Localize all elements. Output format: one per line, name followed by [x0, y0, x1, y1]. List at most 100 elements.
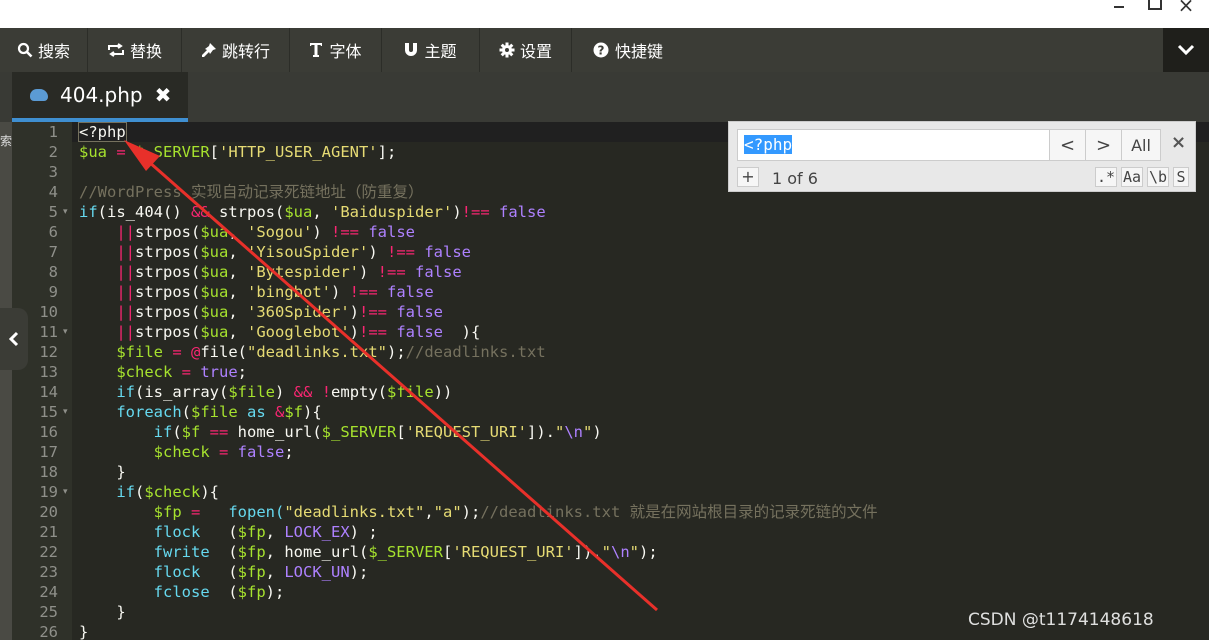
case-sensitive-option[interactable]: Aa [1121, 167, 1143, 187]
search-button[interactable]: 搜索 [0, 28, 88, 72]
code-token: strpos( [135, 303, 201, 321]
left-side-strip: 索 [0, 122, 12, 640]
code-token: $f [284, 403, 304, 421]
code-token: 'bingbot' [247, 283, 331, 301]
code-token: ! [321, 383, 332, 401]
code-token: !== [359, 323, 387, 341]
code-token: || [116, 323, 135, 341]
shortcuts-button[interactable]: ? 快捷键 [572, 28, 684, 72]
code-token: , [424, 503, 434, 521]
code-token: [ [396, 423, 406, 441]
code-token: , [265, 563, 285, 581]
code-token: @ [191, 343, 201, 361]
fold-arrow-icon[interactable]: ▾ [63, 402, 68, 422]
code-token: !== [349, 283, 378, 301]
code-token: $fp [237, 523, 266, 541]
search-panel: <?php < > All × + 1 of 6 .* Aa \b S [728, 121, 1196, 192]
line-number: 7 [48, 243, 58, 261]
search-input[interactable]: <?php [737, 129, 1050, 161]
chevron-left-icon: < [1059, 134, 1076, 156]
code-token: (is_404() [97, 203, 191, 221]
toggle-replace-button[interactable]: + [737, 167, 759, 187]
code-token: = [163, 343, 191, 361]
code-token: ); [265, 583, 285, 601]
font-button[interactable]: 字体 [290, 28, 382, 72]
find-previous-button[interactable]: < [1049, 129, 1086, 161]
code-token: [ [442, 543, 453, 561]
code-token: $ua [200, 243, 229, 261]
code-token: $ua [200, 283, 229, 301]
theme-button[interactable]: 主题 [382, 28, 480, 72]
replace-button[interactable]: 替换 [88, 28, 182, 72]
code-token: = [172, 363, 201, 381]
close-search-icon[interactable]: × [1171, 132, 1186, 153]
code-token: ; [284, 443, 294, 461]
code-token: ); [387, 343, 406, 361]
code-token: ) ; [349, 523, 378, 541]
whole-word-option[interactable]: \b [1147, 167, 1169, 187]
find-all-button[interactable]: All [1121, 129, 1161, 161]
fold-arrow-icon[interactable]: ▾ [63, 202, 68, 222]
code-token: "deadlinks.txt" [284, 503, 425, 521]
code-token: ( [172, 423, 182, 441]
code-token: || [116, 263, 135, 281]
close-tab-icon[interactable]: ✖ [155, 83, 172, 107]
close-window-icon[interactable]: × [1175, 0, 1197, 15]
sidebar-toggle-button[interactable] [0, 308, 28, 370]
code-token: //deadlinks.txt [405, 343, 546, 361]
code-token: ( [200, 523, 238, 541]
code-token: 'REQUEST_URI' [452, 543, 574, 561]
find-next-button[interactable]: > [1085, 129, 1122, 161]
code-token: '360Spider' [247, 303, 350, 321]
search-in-selection-option[interactable]: S [1173, 167, 1189, 187]
minimize-icon[interactable] [1108, 0, 1130, 14]
code-token: } [79, 623, 89, 640]
code-token: false [359, 223, 415, 241]
code-token: ( [200, 563, 238, 581]
code-line: if($check){ [79, 482, 219, 502]
code-token: || [116, 243, 135, 261]
code-token: fclose [153, 583, 210, 601]
fold-arrow-icon[interactable]: ▾ [63, 482, 68, 502]
code-token: ( [135, 483, 145, 501]
code-token: $check [116, 363, 173, 381]
chevron-left-icon [9, 331, 19, 347]
code-token: if [79, 203, 98, 221]
code-token: ) [331, 283, 350, 301]
line-number: 17 [39, 443, 58, 461]
code-token: !== [461, 203, 490, 221]
chevron-right-icon: > [1095, 134, 1112, 156]
line-number: 22 [39, 543, 58, 561]
code-line: $file = @file("deadlinks.txt");//deadlin… [79, 342, 546, 362]
code-token: = [181, 503, 229, 521]
file-tab-bar: 404.php ✖ [0, 72, 1209, 122]
toolbar-collapse-button[interactable] [1163, 28, 1209, 72]
code-token: $file [387, 383, 434, 401]
code-token: ]). [527, 423, 555, 441]
code-line: ||strpos($ua, 'Googlebot')!== false ){ [79, 322, 480, 342]
goto-line-button[interactable]: 跳转行 [182, 28, 290, 72]
line-number: 14 [39, 383, 58, 401]
code-line: $check = true; [79, 362, 247, 382]
code-token: !== [359, 303, 387, 321]
code-token: & [275, 403, 285, 421]
tab-filename: 404.php [60, 83, 143, 107]
code-token: fopen( [228, 503, 285, 521]
code-editor[interactable]: 索 1 2 3 4 5 ▾ 6 7 8 9 10 11 ▾ 12 13 14 15 ▾ 16 17 18 19 ▾ 20 21 2… [0, 122, 1209, 640]
fold-arrow-icon[interactable]: ▾ [63, 322, 68, 342]
regex-option[interactable]: .* [1095, 167, 1117, 187]
code-token: ) [349, 303, 359, 321]
code-token: , [265, 523, 285, 541]
restore-icon[interactable] [1143, 0, 1165, 14]
tab-404-php[interactable]: 404.php ✖ [12, 72, 188, 122]
replace-button-label: 替换 [129, 42, 162, 61]
code-token: file( [200, 343, 248, 361]
code-token: = [107, 143, 135, 161]
code-token: ]; [377, 143, 397, 161]
settings-button[interactable]: 设置 [480, 28, 572, 72]
